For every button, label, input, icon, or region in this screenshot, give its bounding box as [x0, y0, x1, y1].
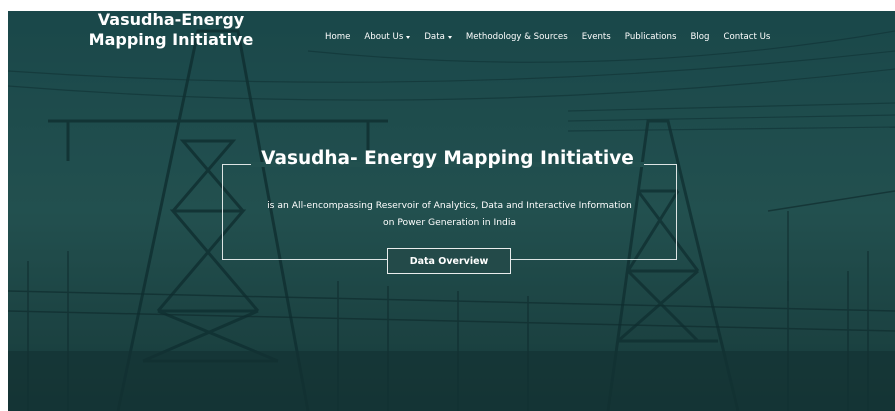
hero-title-text: Vasudha- Energy Mapping Initiative	[261, 148, 634, 169]
nav-home-label: Home	[325, 32, 351, 42]
data-overview-button[interactable]: Data Overview	[387, 248, 511, 274]
nav-contact-label: Contact Us	[723, 32, 771, 42]
nav-about-label: About Us	[364, 32, 404, 42]
brand-line-1: Vasudha-Energy	[97, 10, 245, 29]
hero-subtitle-line-2: on Power Generation in India	[382, 217, 517, 228]
nav-methodology-label: Methodology & Sources	[465, 32, 568, 42]
nav-data-label: Data	[424, 32, 445, 42]
nav-blog[interactable]: Blog	[683, 32, 716, 42]
nav-home[interactable]: Home	[318, 32, 357, 42]
nav-events[interactable]: Events	[575, 32, 618, 42]
nav-publications[interactable]: Publications	[618, 32, 684, 42]
nav-data-dropdown[interactable]: Data	[417, 32, 459, 42]
site-logo[interactable]: Vasudha-Energy Mapping Initiative	[86, 10, 256, 50]
brand-line-2: Mapping Initiative	[88, 30, 254, 49]
nav-publications-label: Publications	[624, 32, 677, 42]
nav-contact[interactable]: Contact Us	[716, 32, 777, 42]
hero-subtitle-line-1: is an All-encompassing Reservoir of Anal…	[267, 200, 632, 211]
hero-title: Vasudha- Energy Mapping Initiative	[0, 148, 895, 169]
main-nav: Home About Us Data Methodology & Sources…	[318, 32, 777, 42]
nav-methodology[interactable]: Methodology & Sources	[459, 32, 575, 42]
caret-down-icon	[447, 35, 452, 39]
caret-down-icon	[406, 35, 411, 39]
nav-about-dropdown[interactable]: About Us	[357, 32, 417, 42]
data-overview-label: Data Overview	[409, 255, 489, 267]
nav-blog-label: Blog	[690, 32, 710, 42]
nav-events-label: Events	[581, 32, 611, 42]
hero-subtitle: is an All-encompassing Reservoir of Anal…	[228, 197, 671, 231]
